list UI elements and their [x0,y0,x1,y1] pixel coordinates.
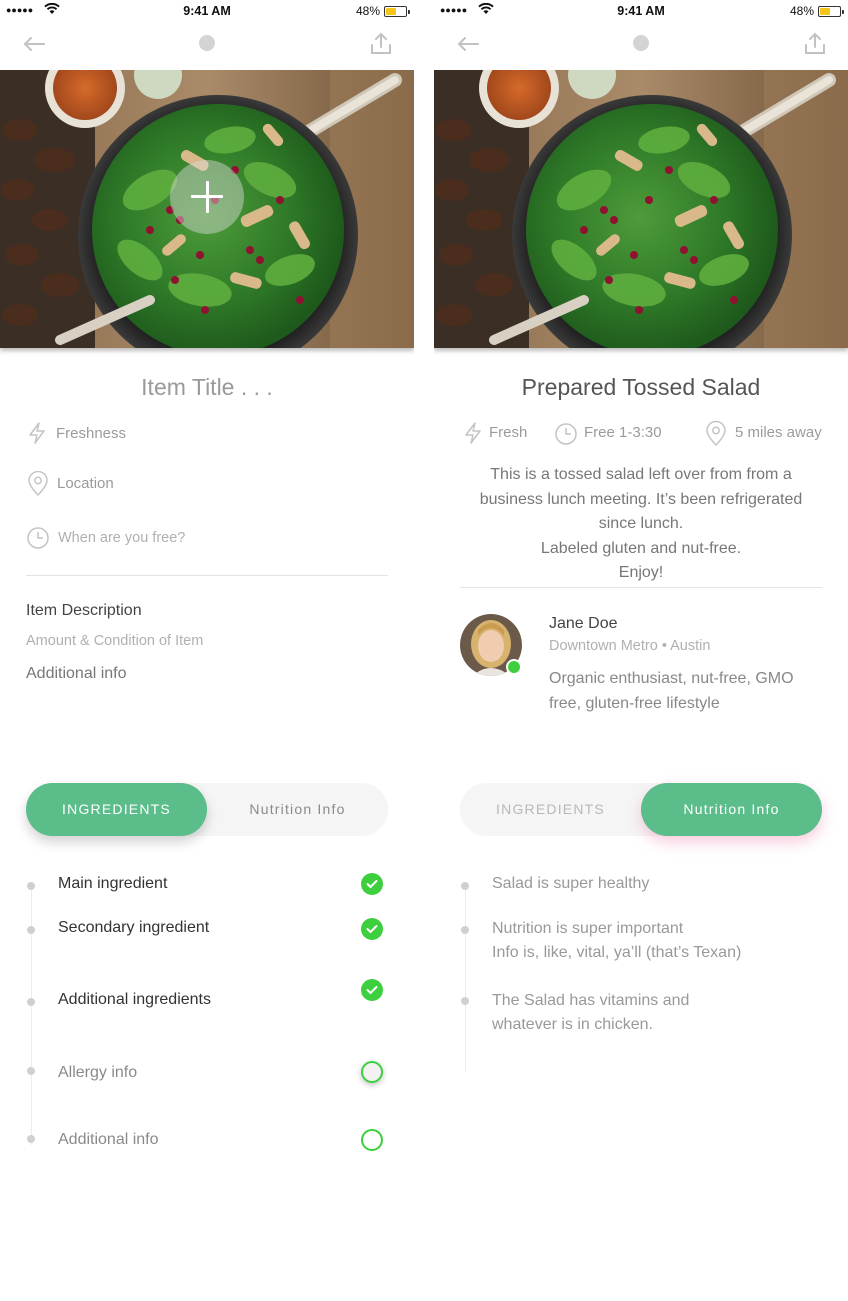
status-time: 9:41 AM [617,4,665,18]
ingredient-label: Main ingredient [58,875,168,892]
distance-meta: 5 miles away [704,420,844,446]
back-arrow-icon[interactable] [22,34,46,54]
ingredient-checkbox[interactable] [361,918,383,940]
nutrition-text: The Salad has vitamins and [492,992,690,1009]
user-name[interactable]: Jane Doe [549,615,618,633]
battery-icon [818,6,844,17]
ingredient-label: Secondary ingredient [58,919,210,936]
status-time: 9:41 AM [183,4,231,18]
lightning-icon [465,422,481,444]
tab-nutrition[interactable]: Nutrition Info [641,783,822,836]
description-line: Enjoy! [618,564,664,581]
create-item-screen: ●●●●● 9:41 AM 48% Item Title . . . Fresh… [0,0,414,1301]
description-title: Item Description [26,602,142,619]
clock-icon [555,423,577,445]
ingredient-checkbox[interactable] [361,979,383,1001]
page-indicator [199,35,215,51]
tab-switcher: INGREDIENTS Nutrition Info [26,783,388,836]
share-icon[interactable] [370,31,392,55]
battery-percent: 48% [355,4,380,18]
user-bio: Organic enthusiast, nut-free, GMO free, … [549,670,794,712]
freshness-field[interactable]: Freshness [26,421,226,447]
timeline-dot [461,882,469,890]
availability-field[interactable]: When are you free? [26,525,246,551]
nav-bar [434,22,848,70]
location-label: Location [57,475,114,492]
ingredient-label: Additional ingredients [58,991,211,1008]
distance-value: 5 miles away [735,424,822,441]
status-bar: ●●●●● 9:41 AM 48% [0,0,414,22]
description-line: This is a tossed salad left over from fr… [479,466,803,532]
nutrition-text: Salad is super healthy [492,875,650,892]
food-photo [434,70,848,348]
divider [26,575,388,576]
additional-info-input[interactable]: Additional info [26,665,127,683]
location-pin-icon [28,471,48,497]
availability-meta: Free 1-3:30 [554,420,694,446]
salad-image [434,70,848,348]
ingredient-checkbox[interactable] [361,1129,383,1151]
lightning-icon [29,422,45,444]
divider [460,587,822,588]
page-indicator [633,35,649,51]
freshness-label: Freshness [56,425,127,442]
description-input[interactable]: Amount & Condition of Item [26,633,203,649]
battery-percent: 48% [789,4,814,18]
status-bar: ●●●●● 9:41 AM 48% [434,0,848,22]
freshness-meta: Fresh [462,420,552,446]
online-status-indicator [506,659,522,675]
timeline-dot [27,1067,35,1075]
ingredient-checkbox[interactable] [361,873,383,895]
add-photo-button[interactable] [170,160,244,234]
availability-value: Free 1-3:30 [584,424,662,441]
food-photo [0,70,414,348]
user-location: Downtown Metro • Austin [549,638,711,654]
item-detail-screen: ●●●●● 9:41 AM 48% Prepared Tossed Salad … [434,0,848,1301]
ingredient-label: Allergy info [58,1064,138,1081]
timeline-line [465,890,466,1072]
battery-icon [384,6,410,17]
clock-icon [27,527,49,549]
item-meta: Fresh Free 1-3:30 5 miles away [434,420,848,446]
timeline-dot [27,926,35,934]
tab-ingredients[interactable]: INGREDIENTS [26,783,207,836]
timeline-dot [461,997,469,1005]
when-free-label: When are you free? [58,530,186,546]
tab-nutrition[interactable]: Nutrition Info [207,783,388,836]
tab-ingredients[interactable]: INGREDIENTS [460,783,641,836]
description-line: Labeled gluten and nut-free. [540,539,742,557]
nutrition-text: whatever is in chicken. [492,1016,653,1033]
location-pin-icon [706,420,726,446]
ingredient-label: Additional info [58,1131,159,1148]
ingredient-checkbox[interactable] [361,1061,383,1083]
item-title-input[interactable]: Item Title . . . [0,374,414,401]
location-field[interactable]: Location [26,471,226,497]
timeline-dot [461,926,469,934]
back-arrow-icon[interactable] [456,34,480,54]
tab-switcher: INGREDIENTS Nutrition Info [460,783,822,836]
timeline-dot [27,998,35,1006]
item-title: Prepared Tossed Salad [521,374,761,400]
timeline-dot [27,882,35,890]
share-icon[interactable] [804,31,826,55]
freshness-value: Fresh [489,424,528,441]
nutrition-text: Nutrition is super important [492,920,684,937]
nutrition-text: Info is, like, vital, ya’ll (that’s Texa… [492,944,742,961]
item-description: This is a tossed salad left over from fr… [460,463,822,586]
nav-bar [0,22,414,70]
timeline-dot [27,1135,35,1143]
